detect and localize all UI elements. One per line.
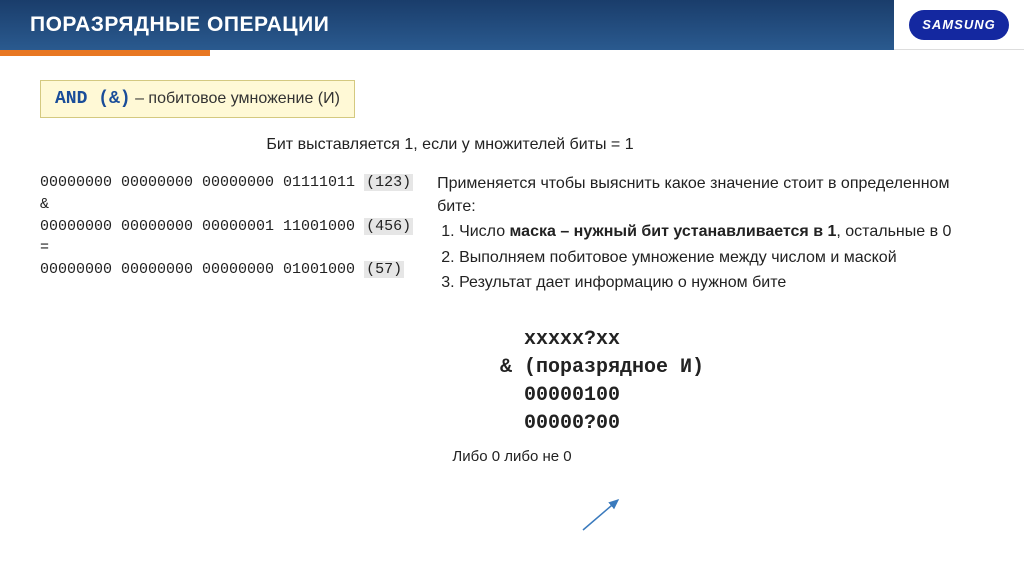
header-main: ПОРАЗРЯДНЫЕ ОПЕРАЦИИ	[0, 0, 894, 50]
subtitle: Бит выставляется 1, если у множителей би…	[200, 136, 700, 154]
logo-area: SAMSUNG	[894, 0, 1024, 50]
list-item: Число маска – нужный бит устанавливается…	[459, 220, 984, 243]
code-line: =	[40, 239, 49, 256]
description: Применяется чтобы выяснить какое значени…	[437, 172, 984, 296]
footer-note: Либо 0 либо не 0	[40, 448, 984, 465]
list-item: Выполняем побитовое умножение между числ…	[459, 246, 984, 269]
samsung-logo: SAMSUNG	[909, 10, 1009, 40]
op-name: AND (&)	[55, 89, 131, 109]
op-desc: – побитовое умножение (И)	[131, 90, 340, 107]
header-bar: ПОРАЗРЯДНЫЕ ОПЕРАЦИИ SAMSUNG	[0, 0, 1024, 50]
code-line: 00000000 00000000 00000001 11001000	[40, 218, 364, 235]
mono-line: xxxxx?xx	[500, 328, 620, 351]
code-line: &	[40, 196, 49, 213]
two-column: 00000000 00000000 00000000 01111011 (123…	[40, 172, 984, 296]
mask-example: xxxxx?xx & (поразрядное И) 00000100 0000…	[500, 326, 984, 438]
code-value: (456)	[364, 218, 413, 235]
mono-line: 00000?00	[500, 412, 620, 435]
list-item: Результат дает информацию о нужном бите	[459, 271, 984, 294]
code-value: (57)	[364, 261, 404, 278]
code-value: (123)	[364, 174, 413, 191]
operation-box: AND (&) – побитовое умножение (И)	[40, 80, 355, 118]
mono-line: 00000100	[500, 384, 620, 407]
mono-line: & (поразрядное И)	[500, 356, 704, 379]
desc-list: Число маска – нужный бит устанавливается…	[437, 220, 984, 294]
code-line: 00000000 00000000 00000000 01001000	[40, 261, 364, 278]
arrow-icon	[578, 495, 628, 535]
accent-bar	[0, 50, 210, 56]
code-line: 00000000 00000000 00000000 01111011	[40, 174, 364, 191]
content: AND (&) – побитовое умножение (И) Бит вы…	[0, 50, 1024, 485]
desc-intro: Применяется чтобы выяснить какое значени…	[437, 172, 984, 218]
page-title: ПОРАЗРЯДНЫЕ ОПЕРАЦИИ	[30, 13, 329, 37]
code-example: 00000000 00000000 00000000 01111011 (123…	[40, 172, 413, 296]
